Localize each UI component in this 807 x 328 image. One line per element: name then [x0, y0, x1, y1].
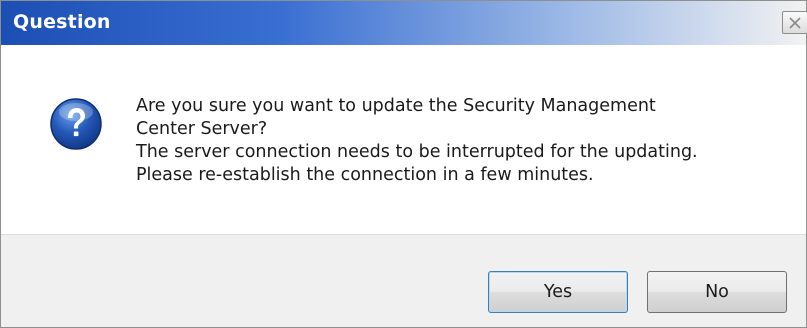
message-text: Are you sure you want to update the Secu… — [136, 95, 698, 187]
message-line: Are you sure you want to update the Secu… — [136, 96, 656, 116]
close-icon — [789, 17, 801, 29]
message-line: The server connection needs to be interr… — [136, 142, 698, 162]
question-icon — [50, 98, 102, 150]
yes-button[interactable]: Yes — [488, 271, 628, 313]
message-line: Please re-establish the connection in a … — [136, 165, 594, 185]
no-button[interactable]: No — [647, 271, 787, 313]
message-line: Center Server? — [136, 119, 268, 139]
title-bar[interactable]: Question — [1, 1, 807, 45]
question-dialog: Question Are you sure you want to update… — [0, 0, 807, 328]
message-area: Are you sure you want to update the Secu… — [1, 45, 806, 234]
button-bar: Yes No — [1, 234, 806, 327]
close-button[interactable] — [782, 11, 807, 34]
window-title: Question — [13, 11, 111, 33]
